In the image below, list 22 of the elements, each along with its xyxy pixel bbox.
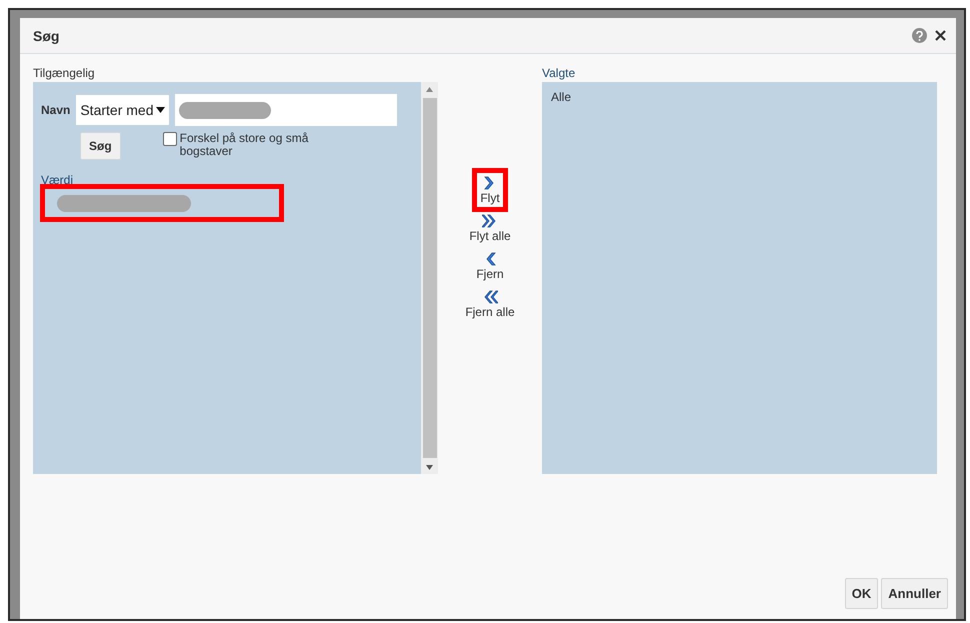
double-chevron-left-icon bbox=[482, 289, 498, 305]
checkbox-label: Forskel på store og små bogstaver bbox=[180, 132, 310, 158]
scroll-up-icon[interactable] bbox=[426, 86, 433, 92]
shuttle-button[interactable]: Flyt bbox=[472, 168, 508, 212]
column-header: Værdi bbox=[41, 173, 74, 187]
field-label: Navn bbox=[41, 103, 70, 117]
checkbox[interactable] bbox=[162, 132, 177, 146]
close-icon[interactable] bbox=[935, 30, 946, 41]
caret-icon bbox=[156, 107, 166, 113]
operator-dropdown[interactable]: Starter med bbox=[76, 95, 170, 125]
section-label: Tilgængelig bbox=[33, 66, 96, 80]
section-label: Valgte bbox=[542, 66, 576, 80]
help-icon[interactable] bbox=[912, 28, 927, 43]
scroll-down-icon[interactable] bbox=[426, 464, 433, 470]
list-item[interactable]: Alle bbox=[551, 90, 928, 104]
dialog-button[interactable]: OK bbox=[844, 578, 878, 609]
search-button[interactable]: Søg bbox=[80, 132, 121, 160]
dialog-title: Søg bbox=[33, 28, 60, 44]
name-input-field[interactable] bbox=[175, 94, 398, 126]
double-chevron-right-icon bbox=[482, 213, 498, 229]
dialog-button[interactable]: Annuller bbox=[881, 578, 948, 609]
scrollbar[interactable] bbox=[421, 82, 438, 474]
